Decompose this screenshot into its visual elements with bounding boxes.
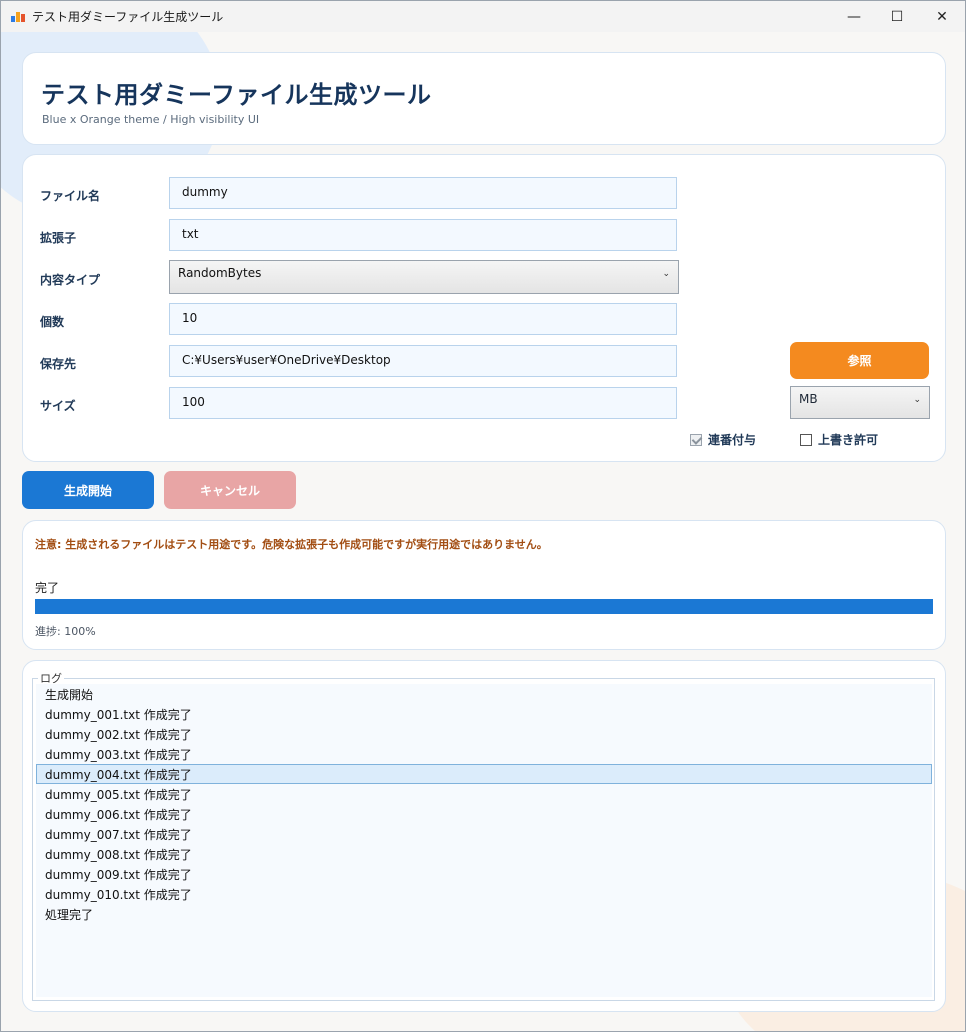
log-item[interactable]: 処理完了: [36, 904, 932, 924]
size-label: サイズ: [40, 399, 76, 413]
progress-fill: [35, 599, 933, 614]
cancel-button[interactable]: キャンセル: [164, 471, 296, 509]
log-item[interactable]: dummy_010.txt 作成完了: [36, 884, 932, 904]
extension-input[interactable]: txt: [169, 219, 677, 251]
count-input[interactable]: 10: [169, 303, 677, 335]
app-icon: [11, 10, 25, 22]
chevron-down-icon: ⌄: [913, 395, 921, 405]
app-window: テスト用ダミーファイル生成ツール — ☐ ✕ テスト用ダミーファイル生成ツール …: [0, 0, 966, 1032]
content-type-value: RandomBytes: [178, 266, 262, 280]
page-title: テスト用ダミーファイル生成ツール: [41, 81, 432, 109]
filename-input[interactable]: dummy: [169, 177, 677, 209]
log-item[interactable]: dummy_009.txt 作成完了: [36, 864, 932, 884]
log-list[interactable]: 生成開始 dummy_001.txt 作成完了 dummy_002.txt 作成完了…: [36, 684, 932, 997]
overwrite-label: 上書き許可: [818, 433, 879, 447]
close-icon: ✕: [936, 8, 948, 25]
window-title: テスト用ダミーファイル生成ツール: [32, 10, 224, 24]
content-type-label: 内容タイプ: [40, 273, 101, 287]
status-label: 完了: [35, 581, 60, 595]
maximize-button[interactable]: ☐: [874, 1, 920, 32]
checkbox-unchecked-icon: [800, 433, 812, 446]
count-label: 個数: [40, 315, 65, 329]
log-item[interactable]: dummy_003.txt 作成完了: [36, 744, 932, 764]
minimize-icon: —: [847, 8, 861, 25]
log-item[interactable]: dummy_006.txt 作成完了: [36, 804, 932, 824]
log-card: ログ 生成開始 dummy_001.txt 作成完了 dummy_002.txt 作…: [22, 660, 946, 1012]
log-item[interactable]: dummy_007.txt 作成完了: [36, 824, 932, 844]
overwrite-checkbox[interactable]: 上書き許可: [800, 431, 878, 448]
log-group: ログ 生成開始 dummy_001.txt 作成完了 dummy_002.txt 作…: [32, 670, 935, 1001]
header-card: テスト用ダミーファイル生成ツール Blue x Orange theme / H…: [22, 52, 946, 145]
start-button[interactable]: 生成開始: [22, 471, 154, 509]
checkbox-checked-icon: [690, 433, 702, 446]
log-item[interactable]: dummy_002.txt 作成完了: [36, 724, 932, 744]
log-item[interactable]: dummy_004.txt 作成完了: [36, 764, 932, 784]
status-card: 注意: 生成されるファイルはテスト用途です。危険な拡張子も作成可能ですが実行用途…: [22, 520, 946, 650]
progress-text: 進捗: 100%: [35, 625, 96, 638]
chevron-down-icon: ⌄: [662, 269, 670, 279]
maximize-icon: ☐: [890, 8, 904, 25]
title-bar[interactable]: テスト用ダミーファイル生成ツール — ☐ ✕: [1, 1, 965, 32]
size-unit-value: MB: [799, 392, 818, 406]
size-unit-select[interactable]: MB ⌄: [790, 386, 930, 419]
content-type-select[interactable]: RandomBytes ⌄: [169, 260, 679, 294]
notice-text: 注意: 生成されるファイルはテスト用途です。危険な拡張子も作成可能ですが実行用途…: [35, 538, 548, 551]
progress-bar: [35, 599, 933, 614]
minimize-button[interactable]: —: [831, 1, 877, 32]
size-input[interactable]: 100: [169, 387, 677, 419]
close-button[interactable]: ✕: [919, 1, 965, 32]
serial-label: 連番付与: [708, 433, 757, 447]
log-item[interactable]: 生成開始: [36, 684, 932, 704]
extension-label: 拡張子: [40, 231, 77, 245]
serial-checkbox[interactable]: 連番付与: [690, 431, 756, 448]
log-item[interactable]: dummy_008.txt 作成完了: [36, 844, 932, 864]
browse-button[interactable]: 参照: [790, 342, 929, 379]
filename-label: ファイル名: [40, 189, 101, 203]
log-item[interactable]: dummy_001.txt 作成完了: [36, 704, 932, 724]
log-item[interactable]: dummy_005.txt 作成完了: [36, 784, 932, 804]
page-subtitle: Blue x Orange theme / High visibility UI: [42, 113, 260, 126]
save-to-input[interactable]: C:¥Users¥user¥OneDrive¥Desktop: [169, 345, 677, 377]
save-to-label: 保存先: [40, 357, 77, 371]
settings-form: ファイル名 dummy 拡張子 txt 内容タイプ RandomBytes ⌄ …: [22, 154, 946, 462]
